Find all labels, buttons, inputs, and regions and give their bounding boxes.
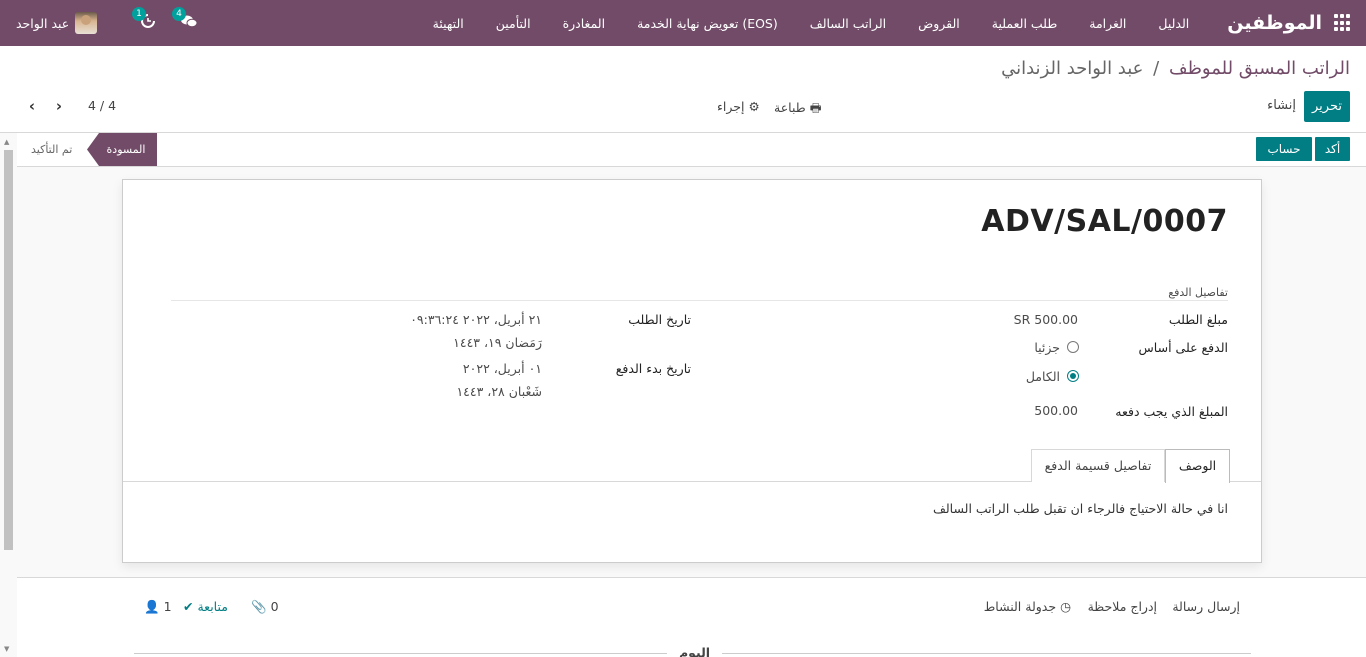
request-date-value: ٢١ أبريل، ٢٠٢٢ ٠٩:٣٦:٢٤ — [410, 312, 542, 327]
partial-option-label[interactable]: جزئيا — [1034, 340, 1060, 355]
attachments-button[interactable]: 0 📎 — [251, 599, 279, 615]
followers-button[interactable]: 1 👤 — [144, 599, 172, 615]
amount-label: مبلغ الطلب — [1168, 312, 1228, 327]
user-name[interactable]: عبد الواحد — [16, 16, 69, 31]
pager-previous-icon[interactable]: ‹ — [25, 97, 39, 115]
start-date-value: ٠١ أبريل، ٢٠٢٢ — [462, 361, 542, 376]
clock-icon: ◷ — [1060, 599, 1071, 614]
top-navbar: الموظفين الدليل الغرامة طلب العملية القر… — [0, 0, 1366, 46]
payable-label: المبلغ الذي يجب دفعه — [1115, 404, 1228, 419]
tab-installments[interactable]: تفاصيل قسيمة الدفع — [1031, 449, 1165, 482]
full-radio[interactable] — [1067, 370, 1079, 382]
menu-item-penalty[interactable]: الغرامة — [1073, 16, 1142, 31]
follow-button[interactable]: متابعة ✔ — [183, 599, 228, 614]
apps-menu-icon[interactable] — [1334, 14, 1352, 32]
status-bar: أكد حساب المسودة تم التأكيد — [17, 133, 1366, 167]
pager-next-icon[interactable]: › — [52, 97, 66, 115]
stage-confirmed[interactable]: تم التأكيد — [31, 133, 72, 166]
follow-label: متابعة — [197, 599, 228, 614]
send-message-button[interactable]: إرسال رسالة — [1172, 599, 1240, 614]
breadcrumb: الراتب المسبق للموظف / عبد الواحد الزندا… — [1001, 58, 1350, 79]
menu-item-departure[interactable]: المغادرة — [547, 16, 622, 31]
messages-badge: 4 — [172, 7, 186, 21]
payment-basis-label: الدفع على أساس — [1138, 340, 1228, 355]
confirm-button[interactable]: أكد — [1315, 137, 1350, 161]
print-label: طباعة — [774, 100, 806, 115]
attachments-count: 0 — [270, 599, 279, 614]
today-label: اليوم — [667, 645, 723, 657]
activity-badge: 1 — [132, 7, 146, 21]
scroll-up-icon[interactable]: ▲ — [4, 138, 9, 146]
breadcrumb-parent[interactable]: الراتب المسبق للموظف — [1169, 58, 1350, 79]
chatter: إرسال رسالة إدراج ملاحظة ◷ جدولة النشاط … — [17, 577, 1366, 657]
start-date-hijri: شَعْبان ٢٨، ١٤٤٣ — [456, 384, 542, 399]
description-text[interactable]: انا في حالة الاحتياج فالرجاء ان تقبل طلب… — [933, 501, 1228, 516]
paperclip-icon: 📎 — [251, 599, 267, 614]
messages-icon[interactable]: 4 — [172, 7, 198, 31]
gear-icon: ⚙ — [748, 99, 760, 114]
start-date-label: تاريخ بدء الدفع — [615, 361, 691, 376]
group-divider — [171, 300, 1228, 301]
tab-description[interactable]: الوصف — [1165, 449, 1230, 483]
action-button[interactable]: إجراء ⚙ — [717, 99, 760, 114]
full-option-label[interactable]: الكامل — [1026, 369, 1060, 384]
schedule-activity-button[interactable]: ◷ جدولة النشاط — [984, 599, 1071, 614]
followers-count: 1 — [163, 599, 172, 614]
partial-radio[interactable] — [1067, 341, 1079, 353]
record-name: ADV/SAL/0007 — [981, 204, 1228, 239]
amount-value: SR 500.00 — [1013, 312, 1078, 327]
check-icon: ✔ — [183, 599, 194, 614]
print-icon: 🖶 — [809, 100, 822, 115]
menu-item-eos[interactable]: تعويض نهاية الخدمة (EOS) — [621, 16, 794, 31]
action-label: إجراء — [717, 99, 745, 114]
menu-item-loans[interactable]: القروض — [902, 16, 976, 31]
breadcrumb-separator: / — [1153, 58, 1160, 79]
payable-value: 500.00 — [1034, 403, 1078, 418]
scroll-down-icon[interactable]: ▼ — [4, 645, 9, 653]
menu-item-salary-advance[interactable]: الراتب السالف — [794, 16, 902, 31]
menu-item-onboarding[interactable]: التهيئة — [417, 16, 480, 31]
menu-item-directory[interactable]: الدليل — [1142, 16, 1205, 31]
user-avatar[interactable] — [75, 12, 98, 34]
menu-item-insurance[interactable]: التأمين — [480, 16, 547, 31]
schedule-activity-label: جدولة النشاط — [983, 599, 1057, 614]
form-sheet: ADV/SAL/0007 تفاصيل الدفع مبلغ الطلب SR … — [122, 179, 1262, 563]
control-panel: الراتب المسبق للموظف / عبد الواحد الزندا… — [0, 46, 1366, 133]
compute-button[interactable]: حساب — [1256, 137, 1312, 161]
edit-button[interactable]: تحرير — [1304, 91, 1350, 122]
print-button[interactable]: طباعة 🖶 — [774, 99, 822, 120]
request-date-hijri: رَمَضان ١٩، ١٤٤٣ — [453, 335, 542, 350]
menu-item-process-request[interactable]: طلب العملية — [976, 16, 1074, 31]
app-brand[interactable]: الموظفين — [1227, 12, 1322, 34]
pager-value[interactable]: 4 / 4 — [88, 98, 116, 113]
scrollbar-thumb[interactable] — [4, 150, 13, 550]
payment-details-title: تفاصيل الدفع — [1168, 286, 1228, 299]
breadcrumb-current: عبد الواحد الزنداني — [1001, 58, 1144, 79]
activity-icon[interactable]: 1 — [132, 7, 158, 31]
log-note-button[interactable]: إدراج ملاحظة — [1088, 599, 1157, 614]
stage-draft[interactable]: المسودة — [87, 133, 157, 166]
request-date-label: تاريخ الطلب — [628, 312, 691, 327]
create-button[interactable]: إنشاء — [1267, 98, 1296, 113]
user-icon: 👤 — [144, 599, 160, 614]
main-menu: الدليل الغرامة طلب العملية القروض الراتب… — [417, 16, 1206, 31]
